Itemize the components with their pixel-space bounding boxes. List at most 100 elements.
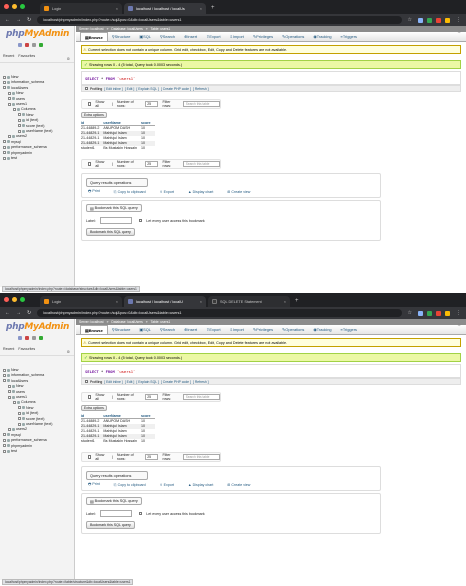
tab-structure[interactable]: ⚲ Structure — [108, 325, 136, 334]
recent-tab[interactable]: Recent — [3, 54, 14, 58]
new-tab-button[interactable]: + — [208, 3, 218, 14]
extra-options-button[interactable]: Extra options — [81, 405, 107, 411]
tab-triggers[interactable]: ≡ Triggers — [337, 32, 362, 41]
reload-icon[interactable]: ↻ — [27, 310, 31, 316]
url-input[interactable]: localhost/phpmyadmin/index.php?route=/sq… — [37, 16, 402, 24]
tab-search[interactable]: ⚲ Search — [156, 325, 180, 334]
tab-export[interactable]: ⇪ Export — [202, 32, 226, 41]
menu-icon[interactable]: ⋮ — [456, 310, 461, 316]
create-php-code-link[interactable]: [ Create PHP code ] — [161, 87, 191, 91]
tab-search[interactable]: ⚲ Search — [156, 32, 180, 41]
bookmark-label-input[interactable] — [99, 510, 132, 517]
breadcrumb-database[interactable]: Database: localUsers — [111, 320, 142, 324]
back-icon[interactable]: ← — [5, 17, 10, 23]
window-controls[interactable] — [4, 297, 25, 302]
window-controls[interactable] — [4, 4, 25, 9]
tab-triggers[interactable]: ≡ Triggers — [337, 325, 362, 334]
profiling-checkbox[interactable] — [85, 87, 88, 90]
favourites-tab[interactable]: Favourites — [18, 54, 35, 58]
filter-rows-input[interactable]: Search this table — [182, 394, 220, 400]
forward-icon[interactable]: → — [16, 17, 21, 23]
tab-tracking[interactable]: ◉ Tracking — [309, 325, 336, 334]
rows-select[interactable]: 25 — [145, 394, 159, 400]
browser-tab[interactable]: Login × — [40, 296, 122, 307]
tab-insert[interactable]: ⊕ Insert — [180, 325, 202, 334]
tab-privileges[interactable]: ✎ Privileges — [249, 325, 278, 334]
refresh-link[interactable]: [ Refresh ] — [193, 87, 209, 91]
breadcrumb-database[interactable]: Database: localUsers — [111, 27, 142, 31]
browser-tab[interactable]: localhost / localhost / localU × — [124, 296, 206, 307]
filter-rows-input[interactable]: Search this table — [182, 161, 220, 167]
print-link[interactable]: 🖶 Print — [88, 482, 100, 488]
extra-options-button[interactable]: Extra options — [81, 112, 107, 118]
extensions[interactable] — [418, 310, 450, 316]
show-all-checkbox[interactable] — [88, 395, 92, 399]
edit-link[interactable]: [ Edit ] — [125, 87, 135, 91]
star-icon[interactable]: ☆ — [408, 310, 412, 316]
tab-export[interactable]: ⇪ Export — [202, 325, 226, 334]
tab-operations[interactable]: ✎ Operations — [278, 325, 309, 334]
nav-icons[interactable] — [0, 336, 74, 340]
tab-tracking[interactable]: ◉ Tracking — [309, 32, 336, 41]
nav-icons[interactable] — [0, 43, 74, 47]
share-bookmark-checkbox[interactable] — [138, 218, 143, 223]
close-tab-icon[interactable]: × — [200, 7, 202, 11]
tree-item[interactable]: test — [3, 449, 74, 454]
gear-icon[interactable]: ⚙ — [457, 29, 461, 34]
edit-inline-link[interactable]: [ Edit inline ] — [104, 87, 122, 91]
create-view-link[interactable]: ⊞ Create view — [227, 483, 250, 487]
refresh-link[interactable]: [ Refresh ] — [193, 380, 209, 384]
close-tab-icon[interactable]: × — [116, 300, 118, 304]
back-icon[interactable]: ← — [5, 310, 10, 316]
url-input[interactable]: localhost/phpmyadmin/index.php?route=/sq… — [37, 309, 402, 317]
breadcrumb-server[interactable]: Server: localhost — [79, 320, 104, 324]
menu-icon[interactable]: ⋮ — [456, 17, 461, 23]
tab-structure[interactable]: ⚲ Structure — [108, 32, 136, 41]
show-all-checkbox[interactable] — [88, 102, 92, 106]
tab-sql[interactable]: ▣ SQL — [135, 32, 155, 41]
breadcrumb-table[interactable]: Table: users1 — [151, 27, 171, 31]
display-chart-link[interactable]: ▲ Display chart — [188, 483, 213, 487]
create-php-code-link[interactable]: [ Create PHP code ] — [161, 380, 191, 384]
show-all-checkbox[interactable] — [88, 455, 92, 459]
copy-to-clipboard-link[interactable]: ⎘ Copy to clipboard — [114, 190, 146, 194]
tree-item[interactable]: test — [3, 156, 74, 161]
close-tab-icon[interactable]: × — [200, 300, 202, 304]
browser-tab[interactable]: Login × — [40, 3, 122, 14]
edit-link[interactable]: [ Edit ] — [125, 380, 135, 384]
profiling-checkbox[interactable] — [85, 380, 88, 383]
show-all-checkbox[interactable] — [88, 162, 92, 166]
extensions[interactable] — [418, 17, 450, 23]
close-tab-icon[interactable]: × — [284, 300, 286, 304]
bookmark-query-button[interactable]: Bookmark this SQL query — [86, 228, 135, 236]
favourites-tab[interactable]: Favourites — [18, 347, 35, 351]
link-icon[interactable]: ⊜ — [67, 349, 70, 354]
bookmark-query-button[interactable]: Bookmark this SQL query — [86, 521, 135, 529]
breadcrumb-table[interactable]: Table: users1 — [151, 320, 171, 324]
create-view-link[interactable]: ⊞ Create view — [227, 190, 250, 194]
browser-tab[interactable]: localhost / localhost / localUs × — [124, 3, 206, 14]
new-tab-button[interactable]: + — [292, 296, 302, 307]
link-icon[interactable]: ⊜ — [67, 56, 70, 61]
rows-select[interactable]: 25 — [145, 101, 159, 107]
tab-browse[interactable]: ▤ Browse — [80, 32, 108, 41]
edit-inline-link[interactable]: [ Edit inline ] — [104, 380, 122, 384]
reload-icon[interactable]: ↻ — [27, 17, 31, 23]
share-bookmark-checkbox[interactable] — [138, 511, 143, 516]
copy-to-clipboard-link[interactable]: ⎘ Copy to clipboard — [114, 483, 146, 487]
filter-rows-input[interactable]: Search this table — [182, 454, 220, 460]
tab-insert[interactable]: ⊕ Insert — [180, 32, 202, 41]
phpmyadmin-logo[interactable]: phpMyAdmin — [0, 26, 74, 42]
export-link[interactable]: ⇪ Export — [160, 483, 174, 487]
star-icon[interactable]: ☆ — [408, 17, 412, 23]
gear-icon[interactable]: ⚙ — [457, 322, 461, 327]
tab-sql[interactable]: ▣ SQL — [135, 325, 155, 334]
explain-sql-link[interactable]: [ Explain SQL ] — [136, 380, 159, 384]
rows-select[interactable]: 25 — [145, 161, 159, 167]
phpmyadmin-logo[interactable]: phpMyAdmin — [0, 319, 74, 335]
bookmark-label-input[interactable] — [99, 217, 132, 224]
forward-icon[interactable]: → — [16, 310, 21, 316]
tab-import[interactable]: ⇩ Import — [226, 32, 249, 41]
tab-privileges[interactable]: ✎ Privileges — [249, 32, 278, 41]
tab-browse[interactable]: ▤ Browse — [80, 325, 108, 334]
